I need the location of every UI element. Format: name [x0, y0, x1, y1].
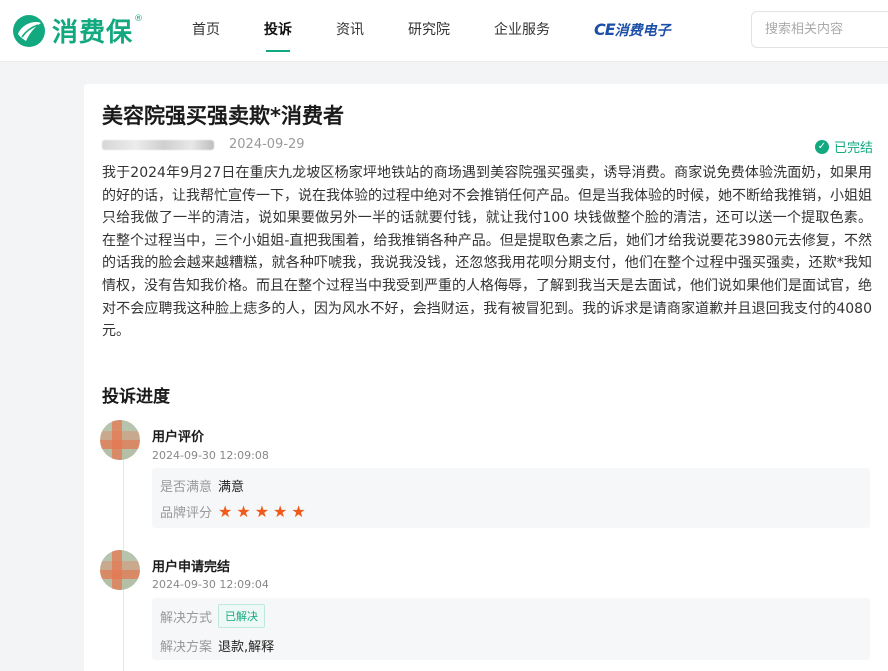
check-circle-icon: ✓: [814, 139, 829, 154]
nav-item-ce-electronics[interactable]: CE消费电子: [594, 0, 671, 62]
resolution-plan-row: 解决方案 退款,解释: [160, 636, 274, 655]
rating-label: 品牌评分: [160, 506, 213, 521]
brand-logo[interactable]: 消费保 ®: [12, 12, 143, 49]
status-text: 已完结: [833, 141, 873, 156]
nav-item-home[interactable]: 首页: [192, 0, 220, 62]
star-icon: ★: [273, 501, 288, 521]
resolution-method-row: 解决方式 已解决: [160, 604, 266, 628]
resolution-method-tag: 已解决: [218, 604, 266, 628]
satisfaction-value: 满意: [218, 480, 245, 495]
complaint-meta: 2024-09-29: [102, 137, 305, 152]
complaint-description: 我于2024年9月27日在重庆九龙坡区杨家坪地铁站的商场遇到美容院强买强卖，诱导…: [102, 165, 872, 340]
satisfaction-label: 是否满意: [160, 480, 213, 495]
author-name-blurred: [102, 139, 214, 150]
step-time: 2024-09-30 12:09:04: [152, 578, 269, 591]
rating-row: 品牌评分 ★ ★ ★ ★ ★: [160, 502, 310, 521]
avatar: [100, 420, 140, 460]
star-icon: ★: [218, 501, 233, 521]
complaint-card: 美容院强买强卖欺*消费者 2024-09-29 ✓ 已完结 我于2024年9月2…: [84, 84, 888, 671]
resolution-plan-value: 退款,解释: [218, 640, 275, 655]
step-detail-box: 是否满意 满意 品牌评分 ★ ★ ★ ★ ★: [152, 468, 870, 528]
avatar: [100, 550, 140, 590]
step-name: 用户申请完结: [152, 560, 231, 575]
brand-name: 消费保: [52, 18, 134, 48]
star-icon: ★: [236, 501, 251, 521]
brand-leaf-icon: [13, 14, 45, 47]
top-header: 消费保 ® 首页 投诉 资讯 研究院 企业服务 CE消费电子: [0, 0, 888, 62]
nav-item-complaints[interactable]: 投诉: [264, 0, 292, 62]
brand-registered-mark: ®: [134, 13, 144, 24]
rating-stars: ★ ★ ★ ★ ★: [218, 501, 310, 521]
search-input[interactable]: [751, 11, 888, 48]
nav-item-enterprise[interactable]: 企业服务: [494, 0, 550, 62]
complaint-title: 美容院强买强卖欺*消费者: [102, 104, 344, 128]
main-nav: 首页 投诉 资讯 研究院 企业服务 CE消费电子: [192, 0, 715, 62]
step-name: 用户评价: [152, 430, 205, 445]
step-time: 2024-09-30 12:09:08: [152, 449, 269, 462]
resolution-plan-label: 解决方案: [160, 640, 213, 655]
complaint-date: 2024-09-29: [229, 137, 305, 152]
status-badge: ✓ 已完结: [814, 137, 873, 156]
ce-text: 消费电子: [614, 23, 671, 39]
star-icon: ★: [291, 501, 306, 521]
progress-title: 投诉进度: [102, 387, 170, 407]
step-detail-box: 解决方式 已解决 解决方案 退款,解释: [152, 598, 870, 660]
nav-item-news[interactable]: 资讯: [336, 0, 364, 62]
nav-item-research[interactable]: 研究院: [408, 0, 450, 62]
satisfaction-row: 是否满意 满意: [160, 476, 244, 495]
resolution-method-label: 解决方式: [160, 610, 213, 626]
ce-prefix: CE: [594, 20, 616, 39]
star-icon: ★: [254, 501, 270, 521]
